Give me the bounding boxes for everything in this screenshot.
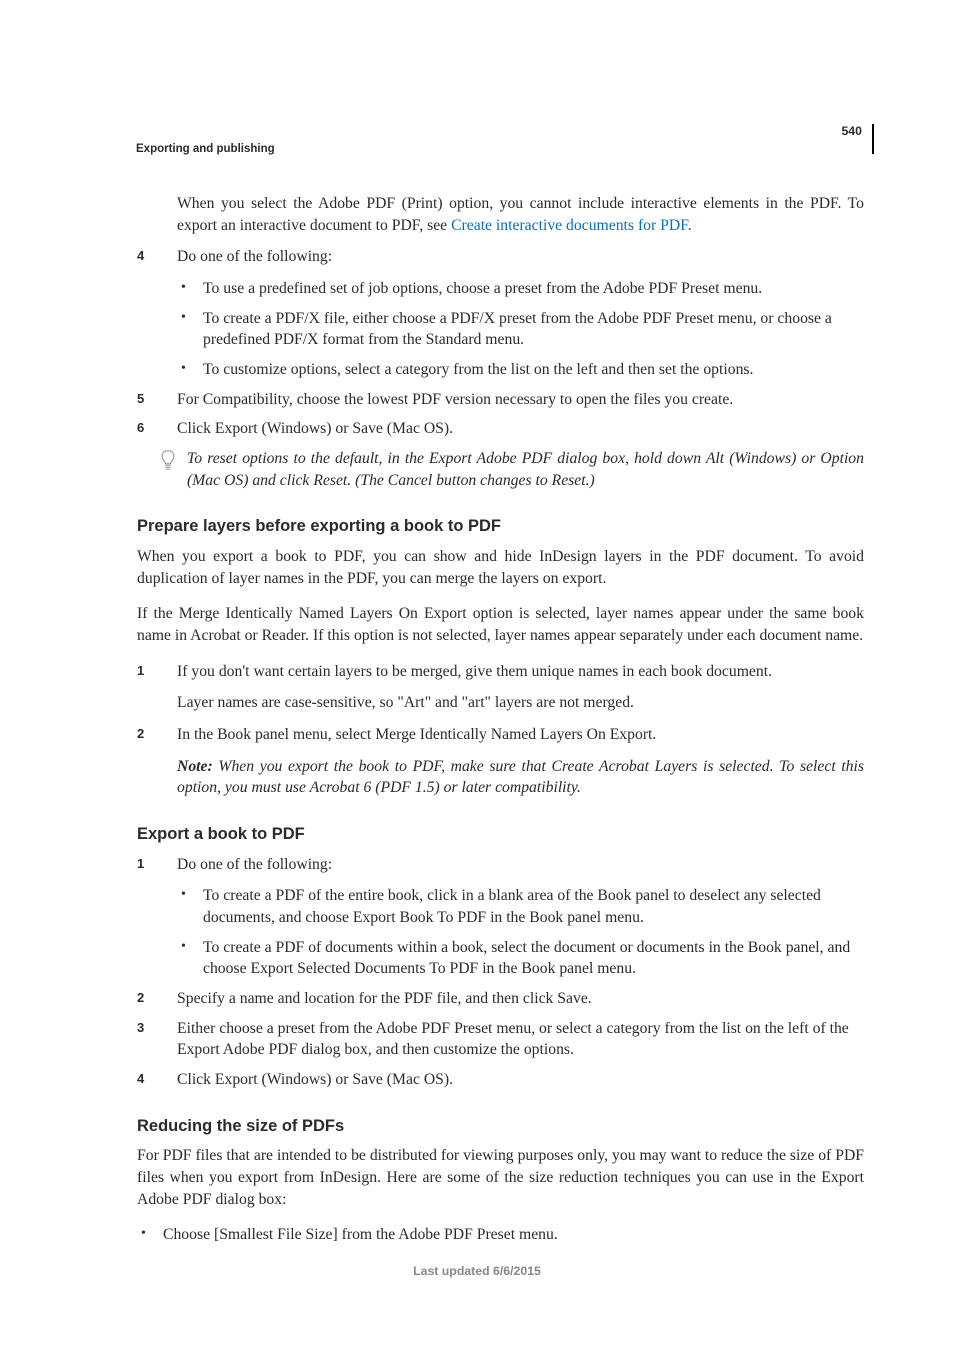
running-header: Exporting and publishing <box>136 142 275 158</box>
s3-option-selected-docs: To create a PDF of documents within a bo… <box>203 939 850 978</box>
s3-step-2-text: Specify a name and location for the PDF … <box>177 990 592 1007</box>
list-item: To create a PDF of documents within a bo… <box>177 937 864 980</box>
list-item: To use a predefined set of job options, … <box>177 278 864 300</box>
option-pdfx: To create a PDF/X file, either choose a … <box>203 310 832 349</box>
s2-step-1-sub: Layer names are case-sensitive, so "Art"… <box>177 692 864 714</box>
main-content: When you select the Adobe PDF (Print) op… <box>137 193 864 1246</box>
s2-step-2-lead: In the Book panel menu, select Merge Ide… <box>177 724 864 746</box>
section-2-steps: If you don't want certain layers to be m… <box>137 661 864 799</box>
tip-block: To reset options to the default, in the … <box>159 448 864 491</box>
s3-option-entire-book: To create a PDF of the entire book, clic… <box>203 887 821 926</box>
page-number-container: 540 <box>841 124 874 154</box>
option-customize: To customize options, select a category … <box>203 361 753 378</box>
page-footer: Last updated 6/6/2015 <box>0 1263 954 1280</box>
tip-text: To reset options to the default, in the … <box>187 448 864 491</box>
s3-step-4: Click Export (Windows) or Save (Mac OS). <box>137 1069 864 1091</box>
step-5-text: For Compatibility, choose the lowest PDF… <box>177 391 733 408</box>
step-4: Do one of the following: To use a predef… <box>137 246 864 380</box>
s3-step-4-text: Click Export (Windows) or Save (Mac OS). <box>177 1071 453 1088</box>
intro-suffix: . <box>688 217 692 234</box>
step-5: For Compatibility, choose the lowest PDF… <box>137 389 864 411</box>
s3-step-1-lead: Do one of the following: <box>177 854 864 876</box>
list-item: To create a PDF of the entire book, clic… <box>177 885 864 928</box>
create-interactive-pdf-link[interactable]: Create interactive documents for PDF <box>451 217 688 234</box>
page-number: 540 <box>841 124 862 138</box>
s2-step-2-note: Note: When you export the book to PDF, m… <box>177 756 864 799</box>
s4-bullet-smallest: Choose [Smallest File Size] from the Ado… <box>163 1226 558 1243</box>
s3-step-3-text: Either choose a preset from the Adobe PD… <box>177 1020 849 1059</box>
intro-paragraph: When you select the Adobe PDF (Print) op… <box>177 193 864 236</box>
list-item: Choose [Smallest File Size] from the Ado… <box>137 1224 864 1246</box>
heading-prepare-layers: Prepare layers before exporting a book t… <box>137 515 864 538</box>
note-label: Note: <box>177 758 218 775</box>
section-1-steps: Do one of the following: To use a predef… <box>137 246 864 440</box>
step-4-lead: Do one of the following: <box>177 246 864 268</box>
heading-export-book: Export a book to PDF <box>137 823 864 846</box>
page: 540 Exporting and publishing When you se… <box>0 0 954 1350</box>
section-4-bullets: Choose [Smallest File Size] from the Ado… <box>137 1224 864 1246</box>
s3-step-1: Do one of the following: To create a PDF… <box>137 854 864 980</box>
s2-step-1-lead: If you don't want certain layers to be m… <box>177 661 864 683</box>
s2-paragraph-1: When you export a book to PDF, you can s… <box>137 546 864 589</box>
s2-paragraph-2: If the Merge Identically Named Layers On… <box>137 603 864 646</box>
lightbulb-icon <box>159 449 177 478</box>
step-4-options: To use a predefined set of job options, … <box>177 278 864 381</box>
step-6-text: Click Export (Windows) or Save (Mac OS). <box>177 420 453 437</box>
step-6: Click Export (Windows) or Save (Mac OS). <box>137 418 864 440</box>
list-item: To create a PDF/X file, either choose a … <box>177 308 864 351</box>
s3-step-1-options: To create a PDF of the entire book, clic… <box>177 885 864 980</box>
heading-reducing-size: Reducing the size of PDFs <box>137 1115 864 1138</box>
option-preset: To use a predefined set of job options, … <box>203 280 762 297</box>
s3-step-2: Specify a name and location for the PDF … <box>137 988 864 1010</box>
s3-step-3: Either choose a preset from the Adobe PD… <box>137 1018 864 1061</box>
section-3-steps: Do one of the following: To create a PDF… <box>137 854 864 1091</box>
s4-paragraph-1: For PDF files that are intended to be di… <box>137 1145 864 1210</box>
note-text: When you export the book to PDF, make su… <box>177 758 864 797</box>
s2-step-1: If you don't want certain layers to be m… <box>137 661 864 714</box>
list-item: To customize options, select a category … <box>177 359 864 381</box>
s2-step-2: In the Book panel menu, select Merge Ide… <box>137 724 864 799</box>
